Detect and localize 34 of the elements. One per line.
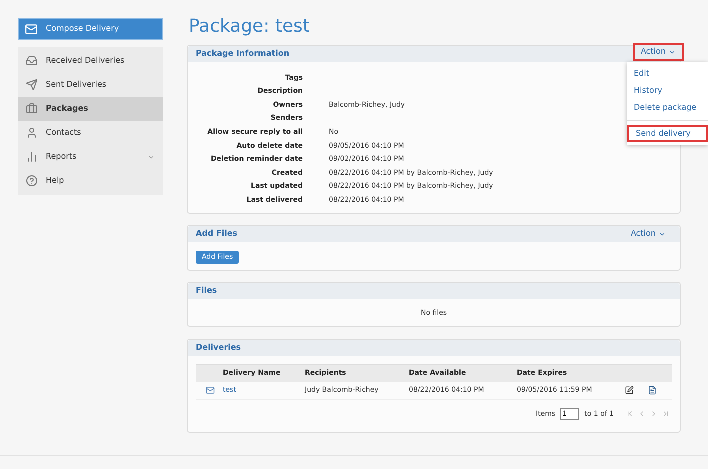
page-title: Package: test xyxy=(189,16,311,38)
sidebar-item[interactable]: Contacts xyxy=(18,121,163,145)
compose-delivery-button[interactable]: Compose Delivery xyxy=(18,18,163,40)
action-button[interactable]: Action xyxy=(632,43,684,61)
menu-item[interactable]: Send delivery xyxy=(627,125,708,142)
edit-icon[interactable] xyxy=(625,386,634,395)
caret-icon xyxy=(659,230,666,238)
previous-page-icon[interactable] xyxy=(638,410,646,418)
panel-title: Files xyxy=(196,285,218,297)
menu-item[interactable]: Delete package xyxy=(627,99,708,116)
envelope-icon xyxy=(25,22,38,36)
menu-item[interactable]: History xyxy=(627,82,708,99)
sidebar-item[interactable]: Packages xyxy=(18,97,163,121)
action-button[interactable]: Action xyxy=(630,228,666,240)
first-page-icon[interactable] xyxy=(626,410,634,418)
caret-icon xyxy=(669,48,676,56)
next-page-icon[interactable] xyxy=(650,410,658,418)
sidebar-item[interactable]: Sent Deliveries xyxy=(18,73,163,97)
last-page-icon[interactable] xyxy=(662,410,670,418)
paper-plane-icon xyxy=(26,79,38,91)
menu-item[interactable]: Edit xyxy=(627,65,708,82)
briefcase-icon xyxy=(26,103,38,115)
document-icon[interactable] xyxy=(648,386,657,395)
sidebar-item[interactable]: Reports xyxy=(18,145,163,169)
bar-chart-icon xyxy=(26,151,38,163)
sidebar-item[interactable]: Help xyxy=(18,169,163,193)
panel-title: Deliveries xyxy=(196,342,242,354)
envelope-icon xyxy=(206,386,215,395)
sidebar-item[interactable]: Received Deliveries xyxy=(18,49,163,73)
panel-title: Package Information xyxy=(196,48,290,60)
panel-title: Add Files xyxy=(196,228,238,240)
help-icon xyxy=(26,175,38,187)
inbox-icon xyxy=(26,55,38,67)
user-icon xyxy=(26,127,38,139)
